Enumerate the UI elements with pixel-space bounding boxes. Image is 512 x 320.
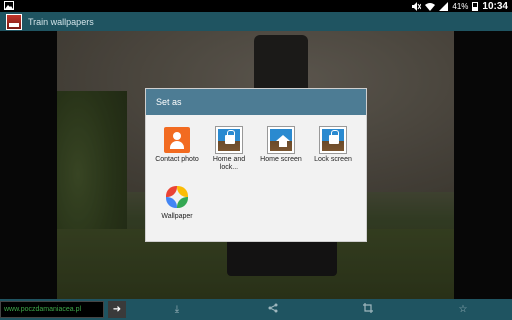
clock: 10:34: [482, 0, 508, 12]
app-title: Train wallpapers: [28, 16, 94, 27]
wifi-icon: [425, 2, 436, 11]
set-as-dialog: Set as Contact photo Home and lock... Ho…: [146, 89, 366, 241]
option-home-and-lock[interactable]: Home and lock...: [205, 127, 253, 172]
option-contact-photo[interactable]: Contact photo: [153, 127, 201, 164]
contact-icon: [164, 127, 190, 153]
star-icon[interactable]: ☆: [456, 303, 470, 317]
dialog-title: Set as: [146, 89, 366, 115]
option-wallpaper[interactable]: Wallpaper: [153, 184, 201, 221]
image-notification-icon: [4, 1, 14, 10]
battery-percent: 41%: [452, 1, 469, 11]
signal-icon: [439, 1, 449, 11]
option-lock-screen[interactable]: Lock screen: [309, 127, 357, 164]
download-icon[interactable]: ⤓: [170, 303, 184, 317]
lock-screen-icon: [320, 127, 346, 153]
url-field[interactable]: www.poczdamaniacea.pl: [0, 301, 104, 318]
photos-icon: [164, 184, 190, 210]
bottom-bar: www.poczdamaniacea.pl ➜ ⤓ ☆: [0, 299, 512, 320]
go-button[interactable]: ➜: [108, 301, 126, 318]
battery-icon: [472, 1, 479, 11]
status-bar: 41% 10:34: [0, 0, 512, 12]
action-bar: Train wallpapers: [0, 12, 512, 31]
app-icon[interactable]: [6, 13, 22, 30]
home-and-lock-icon: [216, 127, 242, 153]
home-screen-icon: [268, 127, 294, 153]
option-home-screen[interactable]: Home screen: [257, 127, 305, 164]
crop-icon[interactable]: [361, 303, 375, 317]
arrow-right-icon: ➜: [112, 304, 122, 315]
share-icon[interactable]: [266, 303, 280, 317]
mute-icon: [412, 1, 422, 11]
